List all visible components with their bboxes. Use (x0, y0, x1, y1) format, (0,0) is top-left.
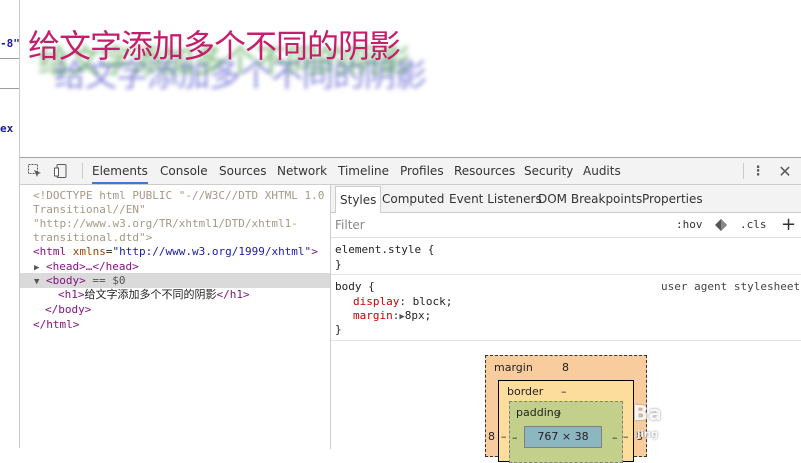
divider (0, 88, 19, 89)
toolbar-separator (82, 163, 83, 179)
head-node[interactable]: ▶ <head>…</head> (34, 260, 139, 275)
close-icon[interactable]: ✕ (776, 162, 794, 181)
tab-event-listeners[interactable]: Event Listeners (449, 185, 542, 212)
h1-open-tag: <h1> (58, 288, 85, 301)
rule-close-brace: } (335, 258, 342, 271)
rule-close-brace: } (335, 323, 342, 336)
code-fragment: ex (0, 122, 14, 135)
page-heading: 给文字添加多个不同的阴影 (28, 27, 401, 65)
doctype-line[interactable]: Transitional//EN" (33, 203, 146, 217)
tab-elements[interactable]: Elements (92, 158, 148, 184)
page-viewport: 给文字添加多个不同的阴影 给文字添加多个不同的阴影 给文字添加多个不同的阴影 (20, 0, 801, 157)
border-right-value: – (623, 430, 629, 443)
code-fragment: -8" (0, 37, 20, 50)
tab-sources[interactable]: Sources (219, 158, 266, 184)
html-open-tag: <html (33, 245, 67, 258)
device-toolbar-icon[interactable] (52, 162, 70, 180)
styles-filter-bar: Filter :hov .cls + (331, 213, 801, 238)
tab-network[interactable]: Network (277, 158, 327, 184)
padding-left-value: – (512, 431, 518, 444)
tab-styles[interactable]: Styles (335, 186, 382, 213)
html-attr-name: xmlns (72, 245, 106, 258)
tab-profiles[interactable]: Profiles (400, 158, 444, 184)
devtools-panel: Elements Console Sources Network Timelin… (20, 157, 801, 463)
tab-properties[interactable]: Properties (642, 185, 703, 212)
margin-left-value: 8 (488, 430, 495, 443)
html-open-close: > (311, 245, 318, 258)
padding-top-value: – (556, 406, 562, 419)
box-model-padding[interactable]: padding – – – 767 × 38 (509, 401, 623, 463)
box-model-content[interactable]: 767 × 38 (524, 426, 602, 448)
divider (331, 274, 801, 275)
tab-console[interactable]: Console (160, 158, 208, 184)
tab-timeline[interactable]: Timeline (338, 158, 389, 184)
cls-toggle[interactable]: .cls (740, 218, 767, 231)
display-declaration[interactable]: display: block; (353, 295, 452, 309)
border-left-value: – (501, 430, 507, 443)
h1-close-tag: </h1> (216, 288, 250, 301)
h1-text: 给文字添加多个不同的阴影 (84, 288, 217, 301)
devtools-toolbar: Elements Console Sources Network Timelin… (20, 158, 801, 185)
watermark-text: jing (637, 429, 659, 440)
body-node[interactable]: ▼ <body> == $0 (34, 274, 126, 289)
color-format-icon[interactable] (714, 218, 728, 235)
elements-tree: <!DOCTYPE html PUBLIC "-//W3C//DTD XHTML… (20, 185, 331, 449)
sidebar-tabs: Styles Computed Event Listeners DOM Brea… (331, 185, 801, 213)
user-agent-label: user agent stylesheet (661, 280, 801, 293)
property-name: margin (353, 309, 393, 322)
selected-marker: == $0 (92, 274, 126, 287)
doctype-line[interactable]: <!DOCTYPE html PUBLIC "-//W3C//DTD XHTML… (33, 189, 324, 203)
filter-input[interactable]: Filter (335, 218, 365, 232)
border-top-value: – (561, 385, 567, 398)
padding-label: padding (516, 406, 561, 419)
new-style-rule-button[interactable]: + (781, 214, 796, 235)
head-tag: <head>…</head> (46, 260, 139, 273)
doctype-line[interactable]: "http://www.w3.org/TR/xhtml1/DTD/xhtml1- (33, 217, 298, 231)
doctype-line[interactable]: transitional.dtd"> (33, 231, 152, 245)
expand-triangle-icon[interactable]: ▶ (34, 263, 39, 273)
border-label: border (507, 385, 544, 398)
watermark-logo: Ba (633, 401, 662, 425)
hov-toggle[interactable]: :hov (676, 218, 703, 231)
margin-label: margin (494, 361, 533, 374)
body-close-tag[interactable]: </body> (45, 303, 91, 317)
box-model-border[interactable]: border – – – padding – – – 767 × 38 (498, 380, 634, 463)
property-name: display (353, 295, 400, 308)
padding-right-value: – (612, 431, 618, 444)
property-value: block; (412, 295, 453, 308)
tab-dom-breakpoints[interactable]: DOM Breakpoints (538, 185, 642, 212)
body-rule-selector[interactable]: body { (335, 280, 375, 294)
tab-resources[interactable]: Resources (454, 158, 515, 184)
toolbar-separator (743, 163, 744, 179)
margin-declaration[interactable]: margin:▶8px; (353, 309, 431, 324)
left-code-strip: -8" ex (0, 0, 20, 448)
more-menu-icon[interactable]: ⋮ (749, 162, 767, 180)
box-model-margin[interactable]: margin 8 8 8 border – – – padding – – – … (485, 355, 647, 463)
html-close-tag[interactable]: </html> (33, 318, 79, 332)
html-attr-value: "http://www.w3.org/1999/xhtml" (112, 245, 312, 258)
divider (331, 340, 801, 341)
tab-security[interactable]: Security (524, 158, 573, 184)
inspect-element-icon[interactable] (26, 162, 44, 180)
element-style-selector[interactable]: element.style { (335, 243, 434, 257)
tab-audits[interactable]: Audits (583, 158, 621, 184)
tab-computed[interactable]: Computed (382, 185, 444, 212)
divider (0, 58, 19, 59)
html-node[interactable]: <html xmlns="http://www.w3.org/1999/xhtm… (33, 245, 318, 259)
collapse-triangle-icon[interactable]: ▼ (34, 277, 39, 287)
h1-node[interactable]: <h1>给文字添加多个不同的阴影</h1> (58, 288, 250, 302)
body-open-tag: <body> (46, 274, 86, 287)
margin-top-value: 8 (562, 361, 569, 374)
styles-sidebar: Styles Computed Event Listeners DOM Brea… (331, 185, 801, 463)
property-value: 8px; (404, 309, 432, 322)
